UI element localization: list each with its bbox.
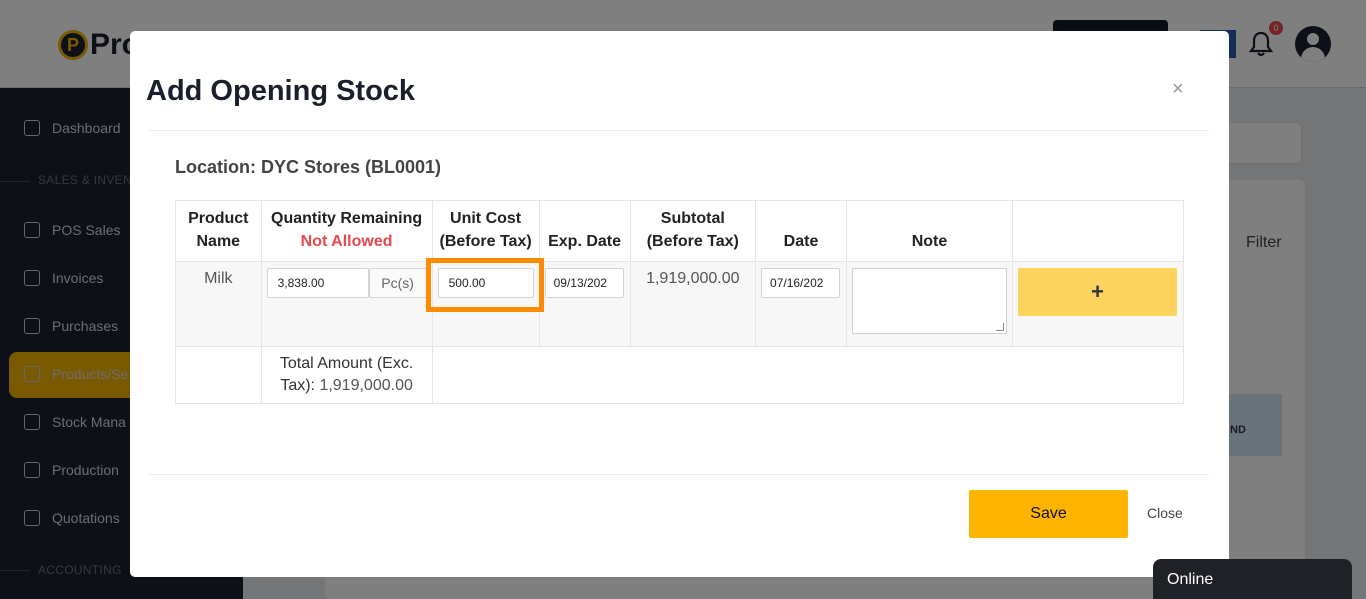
chat-status-widget[interactable]: Online	[1153, 559, 1352, 599]
column-header-exp-date: Exp. Date	[538, 200, 631, 262]
modal-title: Add Opening Stock	[146, 75, 416, 107]
total-label-line1: Total Amount (Exc.	[279, 355, 414, 372]
subtotal-value: 1,919,000.00	[646, 270, 740, 287]
focus-highlight	[425, 258, 544, 312]
add-row-button[interactable]: +	[1018, 268, 1177, 316]
location-label: Location: DYC Stores (BL0001)	[175, 157, 442, 177]
product-name-cell: Milk	[175, 261, 262, 347]
exp-date-input[interactable]: 09/13/202	[544, 268, 624, 298]
column-header-quantity: Quantity Remaining Not Allowed	[260, 200, 433, 262]
total-cell: Total Amount (Exc. Tax): 1,919,000.00	[260, 346, 433, 404]
unit-cost-cell: 500.00	[425, 258, 544, 347]
unit-label: Pc(s)	[368, 268, 427, 298]
note-cell	[846, 261, 1013, 347]
column-header-product-name: Product Name	[175, 200, 262, 262]
column-header-actions	[1012, 200, 1184, 262]
add-opening-stock-modal: Add Opening Stock × Location: DYC Stores…	[130, 31, 1229, 577]
total-value: 1,919,000.00	[319, 377, 413, 394]
note-textarea[interactable]	[852, 268, 1007, 334]
column-header-date: Date	[755, 200, 847, 262]
quantity-cell: 3,838.00 Pc(s)	[260, 261, 433, 347]
opening-stock-table: Product Name Quantity Remaining Not Allo…	[175, 200, 1185, 404]
table-row: Milk 3,838.00 Pc(s) 500.00 09/13/202 1,9…	[175, 258, 1184, 347]
date-input[interactable]: 07/16/202	[761, 268, 841, 298]
save-button[interactable]: Save	[969, 490, 1128, 538]
date-cell: 07/16/202	[755, 261, 847, 347]
column-header-subtotal: Subtotal (Before Tax)	[629, 200, 757, 262]
not-allowed-label: Not Allowed	[300, 233, 393, 250]
total-label-line2: Tax):	[280, 377, 315, 394]
empty-cell	[175, 346, 262, 404]
quantity-remaining-label: Quantity Remaining	[271, 210, 423, 227]
column-header-unit-cost: Unit Cost (Before Tax)	[431, 200, 540, 262]
modal-footer-divider	[149, 474, 1209, 475]
actions-cell: +	[1012, 261, 1184, 347]
close-button[interactable]: Close	[1147, 505, 1183, 521]
empty-cell	[431, 346, 1185, 404]
total-row: Total Amount (Exc. Tax): 1,919,000.00	[175, 346, 1185, 404]
column-header-note: Note	[846, 200, 1013, 262]
quantity-input[interactable]: 3,838.00	[266, 268, 369, 298]
chat-status-label: Online	[1167, 571, 1214, 588]
exp-date-cell: 09/13/202	[538, 261, 631, 347]
close-icon[interactable]: ×	[1172, 78, 1184, 101]
subtotal-cell: 1,919,000.00	[629, 261, 757, 347]
